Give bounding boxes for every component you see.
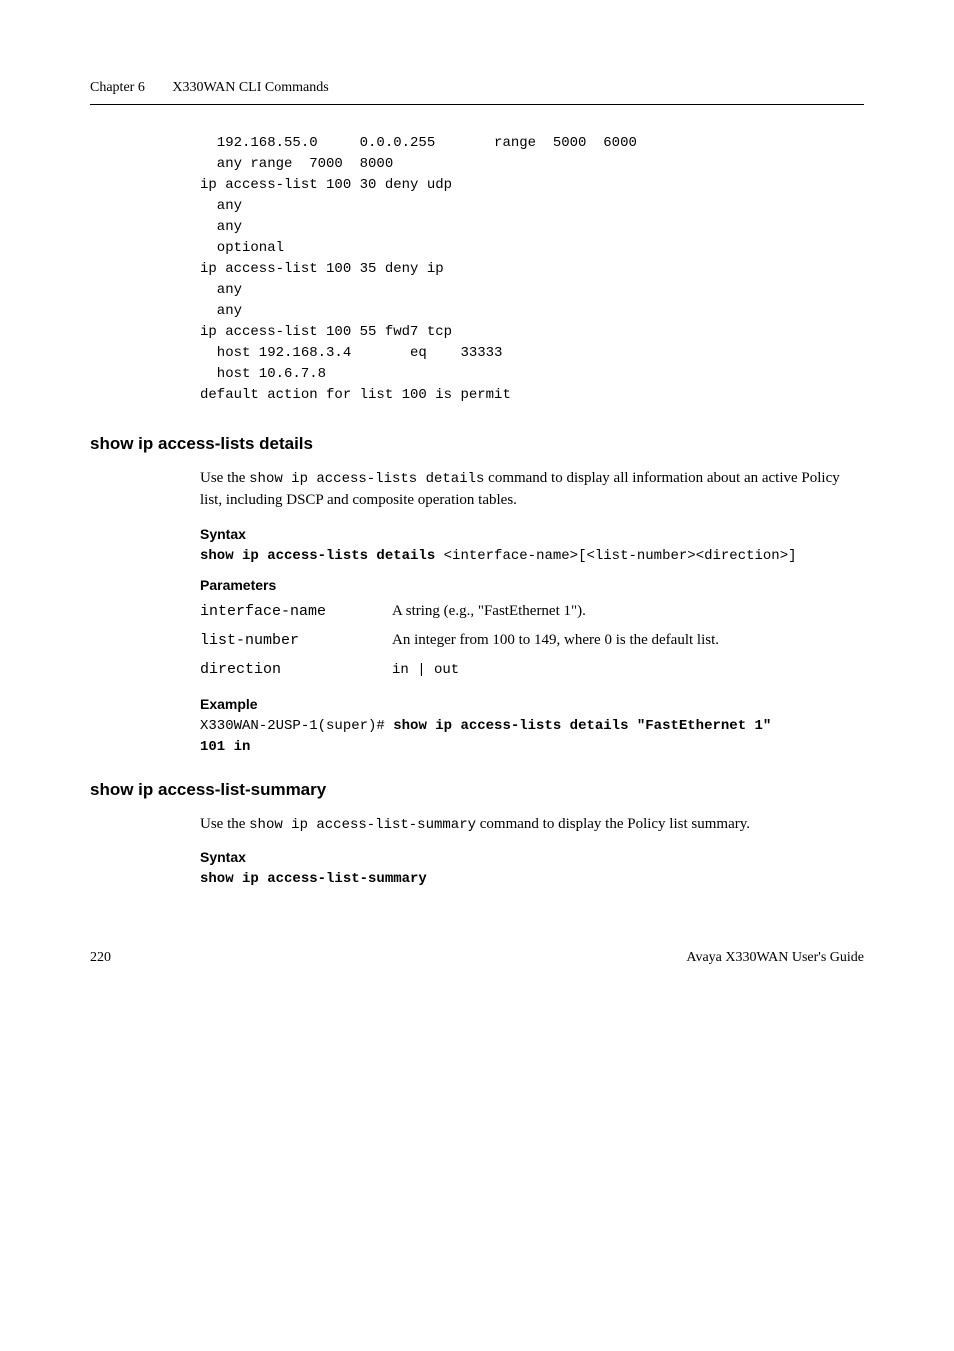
body-prefix: Use the: [200, 816, 249, 832]
parameters-table: interface-name A string (e.g., "FastEthe…: [200, 597, 731, 684]
table-row: list-number An integer from 100 to 149, …: [200, 626, 731, 655]
details-body-text: Use the show ip access-lists details com…: [200, 468, 864, 512]
param-desc: An integer from 100 to 149, where 0 is t…: [392, 626, 731, 655]
example-prefix: X330WAN-2USP-1(super)#: [200, 718, 393, 734]
table-row: interface-name A string (e.g., "FastEthe…: [200, 597, 731, 626]
param-name: list-number: [200, 626, 392, 655]
table-row: direction in | out: [200, 655, 731, 684]
body-prefix: Use the: [200, 470, 249, 486]
syntax-bold: show ip access-lists details: [200, 548, 435, 564]
parameters-label: Parameters: [200, 577, 864, 593]
code-output-block: 192.168.55.0 0.0.0.255 range 5000 6000 a…: [200, 133, 864, 406]
summary-body-text: Use the show ip access-list-summary comm…: [200, 814, 864, 836]
example-block-details: X330WAN-2USP-1(super)# show ip access-li…: [200, 716, 864, 758]
chapter-label: Chapter 6: [90, 80, 145, 95]
param-desc: in | out: [392, 655, 731, 684]
guide-title: Avaya X330WAN User's Guide: [686, 950, 864, 966]
body-inline-code: show ip access-lists details: [249, 471, 484, 487]
header-title: X330WAN CLI Commands: [172, 80, 328, 95]
syntax-line-details: show ip access-lists details <interface-…: [200, 546, 864, 567]
page-footer: 220 Avaya X330WAN User's Guide: [90, 950, 864, 966]
page-number: 220: [90, 950, 111, 966]
body-inline-code: show ip access-list-summary: [249, 817, 476, 833]
example-bold-1: show ip access-lists details "FastEthern…: [393, 718, 771, 734]
syntax-label-details: Syntax: [200, 526, 864, 542]
example-label-details: Example: [200, 696, 864, 712]
page-container: Chapter 6 X330WAN CLI Commands 192.168.5…: [0, 0, 954, 1026]
param-desc-code: in | out: [392, 662, 459, 678]
syntax-bold: show ip access-list-summary: [200, 871, 427, 887]
param-name: interface-name: [200, 597, 392, 626]
body-suffix: command to display the Policy list summa…: [476, 816, 750, 832]
syntax-line-summary: show ip access-list-summary: [200, 869, 864, 890]
syntax-rest: <interface-name>[<list-number><direction…: [435, 548, 796, 564]
example-bold-2: 101 in: [200, 739, 250, 755]
section-heading-details: show ip access-lists details: [90, 434, 864, 454]
param-name: direction: [200, 655, 392, 684]
page-header: Chapter 6 X330WAN CLI Commands: [90, 80, 864, 105]
syntax-label-summary: Syntax: [200, 849, 864, 865]
section-heading-summary: show ip access-list-summary: [90, 780, 864, 800]
param-desc: A string (e.g., "FastEthernet 1").: [392, 597, 731, 626]
